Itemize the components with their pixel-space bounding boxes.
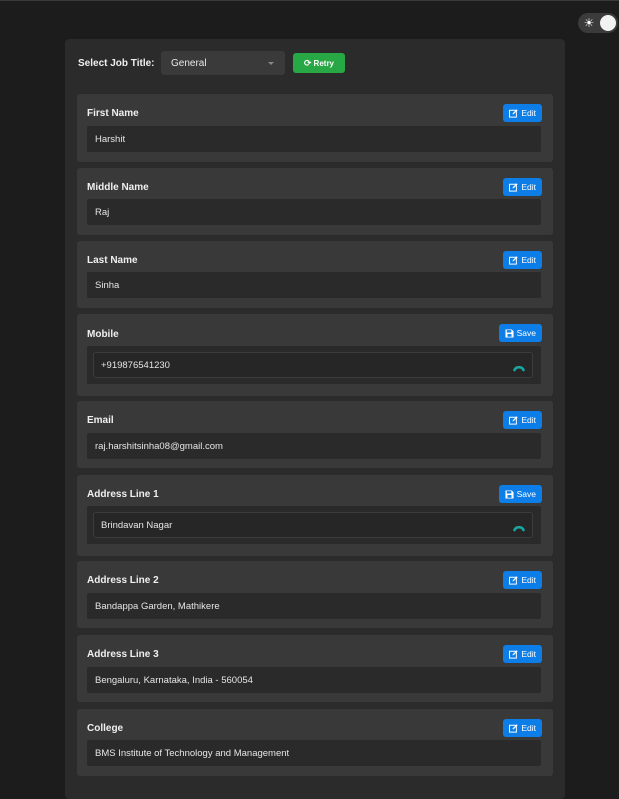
field-value: Bengaluru, Karnataka, India - 560054 xyxy=(95,675,253,686)
field-edit-box: +919876541230 xyxy=(87,346,541,384)
edit-label: Edit xyxy=(521,649,536,659)
edit-icon xyxy=(509,649,518,659)
edit-icon xyxy=(509,575,518,585)
loading-spinner-icon xyxy=(513,365,525,372)
field-last-name: Last Name Edit Sinha xyxy=(77,241,553,308)
edit-icon xyxy=(509,415,518,425)
field-label: Address Line 3 xyxy=(87,649,159,660)
edit-label: Edit xyxy=(521,723,536,733)
field-college: College Edit BMS Institute of Technology… xyxy=(77,709,553,776)
retry-button[interactable]: ⟳ Retry xyxy=(293,53,345,73)
edit-label: Edit xyxy=(521,255,536,265)
field-value-box: Bandappa Garden, Mathikere xyxy=(87,593,541,619)
profile-panel: Select Job Title: General ⟳ Retry First N… xyxy=(65,39,565,799)
edit-button[interactable]: Edit xyxy=(503,104,542,122)
edit-button[interactable]: Edit xyxy=(503,251,542,269)
field-value: Raj xyxy=(95,207,110,218)
field-value: Harshit xyxy=(95,134,126,145)
field-label: Address Line 2 xyxy=(87,575,159,586)
top-border xyxy=(0,0,619,1)
loading-spinner-icon xyxy=(513,525,525,532)
field-address-line-1: Address Line 1 Save Brindavan Nagar xyxy=(77,475,553,556)
field-label: Mobile xyxy=(87,329,119,340)
job-title-selected: General xyxy=(171,58,207,69)
field-value-box: Bengaluru, Karnataka, India - 560054 xyxy=(87,667,541,693)
save-button[interactable]: Save xyxy=(498,324,542,342)
edit-button[interactable]: Edit xyxy=(503,411,542,429)
edit-button[interactable]: Edit xyxy=(503,178,542,196)
edit-label: Edit xyxy=(521,182,536,192)
chevron-down-icon xyxy=(268,62,274,65)
save-label: Save xyxy=(516,328,536,338)
field-value: Sinha xyxy=(95,280,120,291)
field-label: Middle Name xyxy=(87,182,149,193)
save-icon xyxy=(505,328,514,338)
field-label: First Name xyxy=(87,108,139,119)
toggle-knob xyxy=(600,15,616,31)
save-button[interactable]: Save xyxy=(498,485,542,503)
field-value-box: Raj xyxy=(87,199,541,225)
edit-icon xyxy=(509,108,518,118)
field-address-line-3: Address Line 3 Edit Bengaluru, Karnataka… xyxy=(77,635,553,702)
field-first-name: First Name Edit Harshit xyxy=(77,94,553,162)
edit-label: Edit xyxy=(521,108,536,118)
job-title-label: Select Job Title: xyxy=(78,58,155,69)
retry-label: Retry xyxy=(313,59,334,68)
job-title-row: Select Job Title: General ⟳ Retry xyxy=(78,51,548,76)
field-value-box: BMS Institute of Technology and Manageme… xyxy=(87,740,541,766)
field-label: Address Line 1 xyxy=(87,489,159,500)
save-label: Save xyxy=(516,489,536,499)
field-input-value: +919876541230 xyxy=(101,360,170,371)
edit-icon xyxy=(509,182,518,192)
field-value: BMS Institute of Technology and Manageme… xyxy=(95,748,290,759)
edit-button[interactable]: Edit xyxy=(503,571,542,589)
edit-label: Edit xyxy=(521,415,536,425)
mobile-input[interactable]: +919876541230 xyxy=(93,352,533,378)
field-edit-box: Brindavan Nagar xyxy=(87,506,541,544)
field-value: raj.harshitsinha08@gmail.com xyxy=(95,441,223,452)
field-email: Email Edit raj.harshitsinha08@gmail.com xyxy=(77,401,553,468)
sun-icon: ☀ xyxy=(583,16,595,30)
field-mobile: Mobile Save +919876541230 xyxy=(77,314,553,396)
field-label: Last Name xyxy=(87,255,138,266)
field-address-line-2: Address Line 2 Edit Bandappa Garden, Mat… xyxy=(77,561,553,628)
edit-label: Edit xyxy=(521,575,536,585)
refresh-icon: ⟳ xyxy=(304,58,312,68)
edit-icon xyxy=(509,723,518,733)
field-value-box: Sinha xyxy=(87,272,541,298)
field-middle-name: Middle Name Edit Raj xyxy=(77,168,553,235)
edit-button[interactable]: Edit xyxy=(503,645,542,663)
edit-icon xyxy=(509,255,518,265)
address-line-1-input[interactable]: Brindavan Nagar xyxy=(93,512,533,538)
field-value-box: raj.harshitsinha08@gmail.com xyxy=(87,433,541,459)
field-value: Bandappa Garden, Mathikere xyxy=(95,601,220,612)
field-label: College xyxy=(87,723,124,734)
save-icon xyxy=(505,489,514,499)
field-value-box: Harshit xyxy=(87,126,541,152)
theme-toggle[interactable]: ☀ xyxy=(578,13,618,33)
field-input-value: Brindavan Nagar xyxy=(101,520,173,531)
field-label: Email xyxy=(87,415,114,426)
edit-button[interactable]: Edit xyxy=(503,719,542,737)
job-title-select[interactable]: General xyxy=(161,51,285,75)
